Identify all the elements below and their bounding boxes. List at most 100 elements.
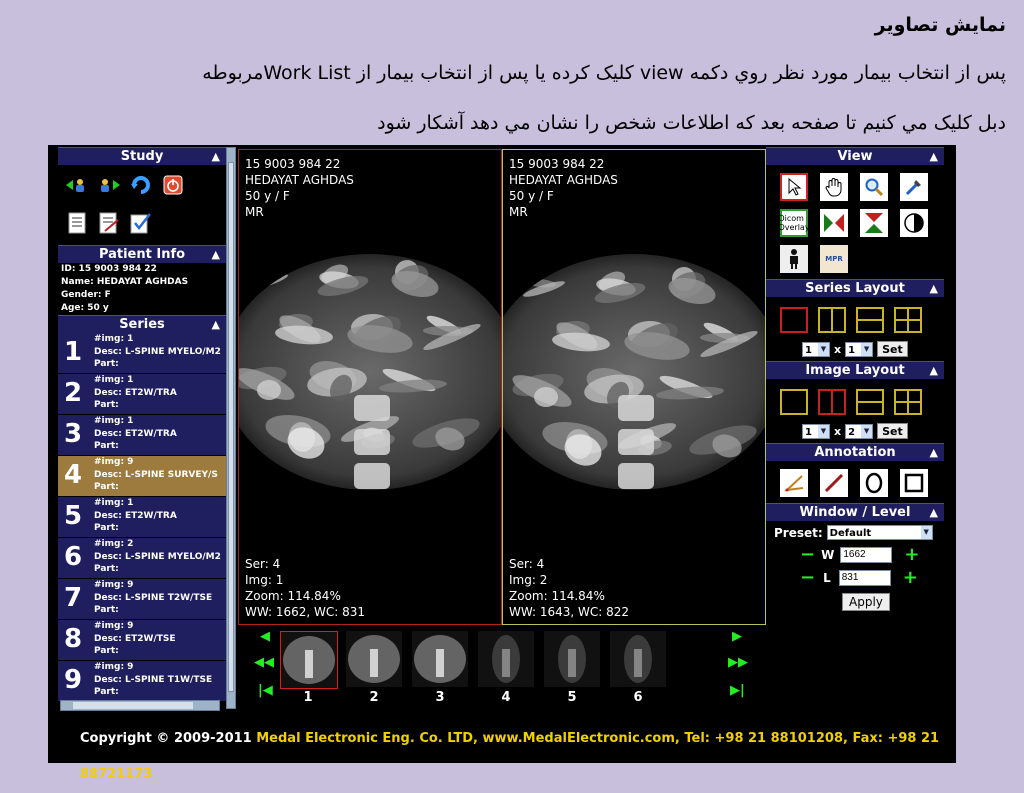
series-item-7[interactable]: 7 #img: 9 Desc: L-SPINE T2W/TSE Part: [58,579,226,620]
layout-2x2[interactable] [894,307,922,333]
series-item-1[interactable]: 1 #img: 1 Desc: L-SPINE MYELO/M2 Part: [58,333,226,374]
chevron-down-icon[interactable]: ▼ [920,526,932,539]
chevron-down-icon[interactable]: ▼ [861,424,873,438]
series-layout-header[interactable]: Series Layout ▲ [766,279,944,297]
scrollbar-thumb[interactable] [73,702,193,709]
invert-icon[interactable] [900,209,928,237]
thumbnail-6[interactable] [610,631,666,687]
report-icon[interactable] [66,212,88,234]
thumbnail-3[interactable] [412,631,468,687]
body-orientation-icon[interactable] [780,245,808,273]
image-layout-set-button[interactable]: Set [877,423,908,439]
next-fast-arrow[interactable]: ▶▶ [728,655,748,670]
ellipse-icon[interactable] [860,469,888,497]
width-input[interactable] [840,546,893,563]
patient-info-header-label: Patient Info [98,247,186,262]
chevron-down-icon[interactable]: ▼ [818,424,829,438]
layout-2x1[interactable] [856,307,884,333]
power-icon[interactable] [162,174,184,196]
thumbnail-label: 1 [303,690,313,705]
next-image-arrow[interactable]: ▶ [732,629,742,644]
width-increase-button[interactable]: + [904,544,919,565]
collapse-icon[interactable]: ▲ [212,246,220,263]
image-rows-select[interactable]: 1 ▼ [802,423,830,439]
prev-image-arrow[interactable]: ◀ [260,629,270,644]
series-item-9[interactable]: 9 #img: 9 Desc: L-SPINE T1W/TSE Part: [58,661,226,702]
thumbnail-1[interactable] [280,631,338,689]
series-item-2[interactable]: 2 #img: 1 Desc: ET2W/TRA Part: [58,374,226,415]
series-cols-select[interactable]: 1 ▼ [845,341,874,357]
level-decrease-button[interactable]: − [800,567,815,588]
level-increase-button[interactable]: + [903,567,918,588]
series-item-5[interactable]: 5 #img: 1 Desc: ET2W/TRA Part: [58,497,226,538]
series-image-count: #img: 9 [94,662,134,672]
scrollbar-thumb[interactable] [228,162,234,692]
series-horizontal-scrollbar[interactable] [60,700,220,711]
apply-button[interactable]: Apply [842,593,890,611]
zoom-icon[interactable] [860,173,888,201]
collapse-icon[interactable]: ▲ [930,444,938,461]
series-header[interactable]: Series ▲ [58,315,226,333]
edit-report-icon[interactable] [98,212,120,234]
series-vertical-scrollbar[interactable] [226,147,236,709]
prev-patient-icon[interactable] [66,174,88,196]
image-cols-select[interactable]: 2 ▼ [845,423,874,439]
ruler-icon[interactable] [820,469,848,497]
layout-1x2[interactable] [818,307,846,333]
dicom-overlay-icon[interactable]: Dicom Overlay [778,209,810,237]
layout-2x1[interactable] [856,389,884,415]
image-layout-header[interactable]: Image Layout ▲ [766,361,944,379]
thumbnail-5[interactable] [544,631,600,687]
pan-hand-icon[interactable] [820,173,848,201]
refresh-icon[interactable] [130,174,152,196]
angle-icon[interactable] [780,469,808,497]
layout-1x1[interactable] [780,307,808,333]
first-image-arrow[interactable]: |◀ [258,683,273,698]
flip-horizontal-icon[interactable] [820,209,848,237]
collapse-icon[interactable]: ▲ [930,362,938,379]
next-patient-icon[interactable] [98,174,120,196]
window-level-header[interactable]: Window / Level ▲ [766,503,944,521]
patient-info-header[interactable]: Patient Info ▲ [58,245,226,263]
window-level-icon[interactable] [900,173,928,201]
annotation-header[interactable]: Annotation ▲ [766,443,944,461]
rectangle-icon[interactable] [900,469,928,497]
image-viewport-2[interactable]: 15 9003 984 22 HEDAYAT AGHDAS 50 y / F MR Se… [502,149,766,625]
layout-1x2[interactable] [818,389,846,415]
collapse-icon[interactable]: ▲ [930,148,938,165]
series-part: Part: [94,605,119,615]
layout-1x1[interactable] [780,389,808,415]
chevron-down-icon[interactable]: ▼ [818,342,829,356]
flip-vertical-icon[interactable] [860,209,888,237]
collapse-icon[interactable]: ▲ [930,504,938,521]
series-item-8[interactable]: 8 #img: 9 Desc: ET2W/TSE Part: [58,620,226,661]
thumbnail-2[interactable] [346,631,402,687]
collapse-icon[interactable]: ▲ [212,148,220,165]
thumbnail-4[interactable] [478,631,534,687]
prev-fast-arrow[interactable]: ◀◀ [254,655,274,670]
series-cols-value: 1 [848,344,856,356]
series-item-4[interactable]: 4 #img: 9 Desc: L-SPINE SURVEY/S Part: [58,456,226,497]
study-header[interactable]: Study ▲ [58,147,226,165]
series-item-3[interactable]: 3 #img: 1 Desc: ET2W/TRA Part: [58,415,226,456]
series-description: Desc: L-SPINE T1W/TSE [94,674,213,685]
series-layout-set-button[interactable]: Set [877,341,908,357]
series-item-6[interactable]: 6 #img: 2 Desc: L-SPINE MYELO/M2 Part: [58,538,226,579]
chevron-down-icon[interactable]: ▼ [861,342,873,356]
view-header[interactable]: View ▲ [766,147,944,165]
pointer-icon[interactable] [780,173,808,201]
patient-name: Name: HEDAYAT AGHDAS [61,277,189,287]
width-decrease-button[interactable]: − [800,544,815,565]
collapse-icon[interactable]: ▲ [930,280,938,297]
layout-2x2[interactable] [894,389,922,415]
level-input[interactable] [838,569,891,586]
last-image-arrow[interactable]: ▶| [730,683,745,698]
series-number: 6 [64,542,83,572]
checklist-icon[interactable] [130,212,152,234]
preset-select[interactable]: Default ▼ [826,525,933,540]
series-rows-select[interactable]: 1 ▼ [802,341,830,357]
image-viewport-1[interactable]: 15 9003 984 22 HEDAYAT AGHDAS 50 y / F MR Se… [238,149,502,625]
collapse-icon[interactable]: ▲ [212,316,220,333]
series-header-label: Series [119,317,165,332]
mpr-icon[interactable]: MPR [820,245,848,273]
